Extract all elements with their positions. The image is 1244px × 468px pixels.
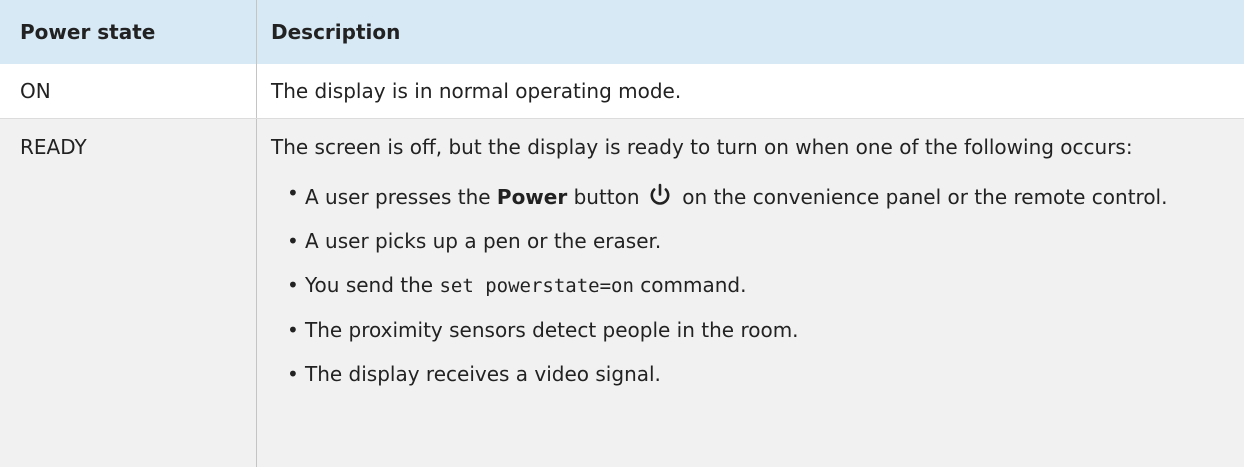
wake-conditions-list: • A user presses the Power button on the… — [271, 181, 1188, 390]
power-state-table: Power state Description ON The display i… — [0, 0, 1244, 467]
table-header-row: Power state Description — [0, 0, 1244, 64]
list-item: • A user picks up a pen or the eraser. — [287, 225, 1188, 257]
bullet: • — [287, 362, 299, 386]
power-icon — [650, 183, 670, 205]
list-item: • The display receives a video signal. — [287, 358, 1188, 390]
bullet: • — [287, 273, 299, 297]
bullet: • — [287, 229, 299, 253]
list-item: • The proximity sensors detect people in… — [287, 314, 1188, 346]
header-description: Description — [271, 20, 401, 44]
power-label: Power — [496, 185, 568, 209]
power-state-ready: READY — [0, 119, 257, 467]
list-item: • You send the set powerstate=on command… — [287, 269, 1188, 302]
description-on: The display is in normal operating mode. — [271, 79, 682, 103]
power-state-on: ON — [0, 64, 257, 118]
list-item: • A user presses the Power button on the… — [287, 181, 1188, 213]
table-row: ON The display is in normal operating mo… — [0, 64, 1244, 119]
table-row: READY The screen is off, but the display… — [0, 119, 1244, 467]
description-ready-intro: The screen is off, but the display is re… — [271, 135, 1133, 159]
description-ready: The screen is off, but the display is re… — [257, 119, 1244, 467]
bullet: • — [287, 181, 299, 205]
bullet: • — [287, 318, 299, 342]
command-code: set powerstate=on — [439, 275, 634, 297]
header-power-state: Power state — [0, 0, 257, 64]
